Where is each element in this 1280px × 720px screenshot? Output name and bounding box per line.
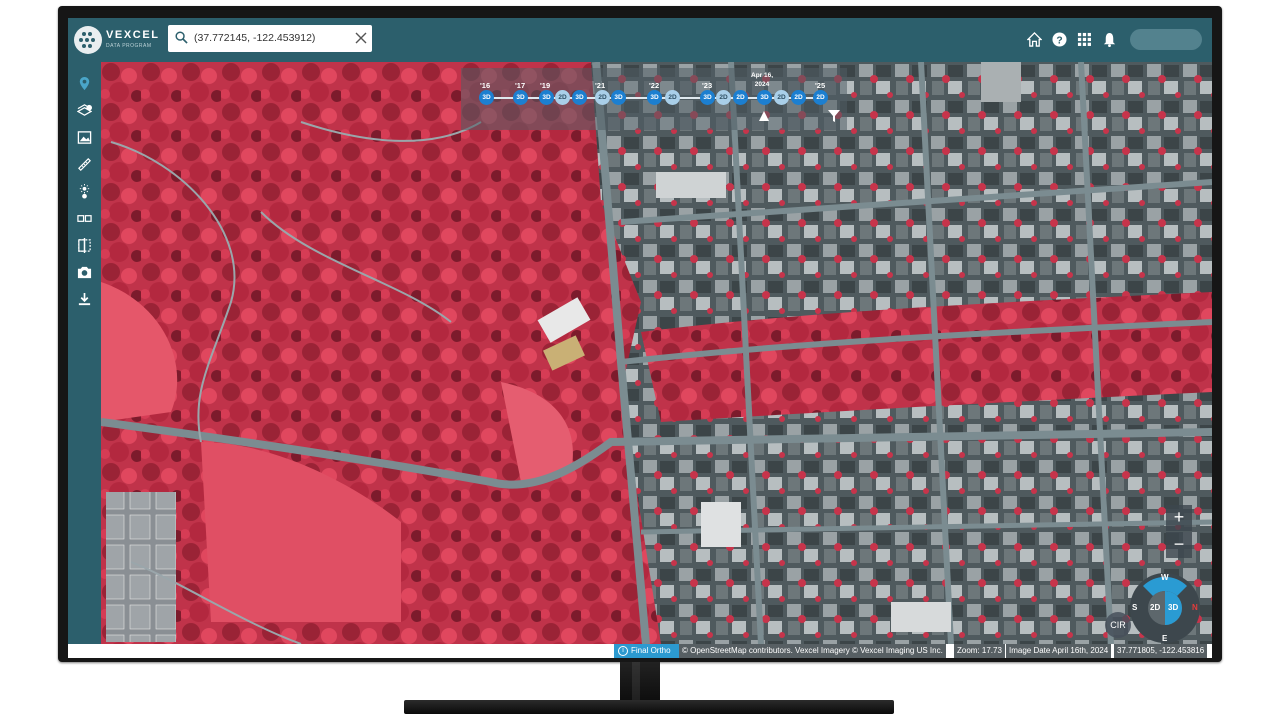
search-input[interactable]: (37.772145, -122.453912) [194,32,315,44]
brand-name: VEXCEL [106,29,160,41]
timeline-year: '19 [540,81,551,90]
timeline-year: '16 [480,81,491,90]
timeline-node[interactable]: 2D [595,90,610,105]
timeline-year: '25 [815,81,826,90]
brightness-icon[interactable] [77,184,92,199]
download-icon[interactable] [77,292,92,307]
layer-name: Final Ortho [631,646,671,655]
filter-icon[interactable] [828,110,840,122]
brand-subtitle: DATA PROGRAM [106,43,152,49]
map-view[interactable]: '16 '17 '19 '21 '22 '23 '25 Apr 16, 2024… [101,62,1212,644]
ruler-icon[interactable] [77,157,92,172]
close-icon[interactable] [354,31,368,45]
timeline-node[interactable]: 2D [733,90,748,105]
timeline-selected-date: Apr 16, 2024 [751,71,773,89]
final-ortho-badge[interactable]: i Final Ortho [614,644,679,658]
timeline-node[interactable]: 2D [774,90,789,105]
timeline-node[interactable]: 3D [647,90,662,105]
timeline-selected-date-year: 2024 [754,81,770,88]
compass-east-label: N [1192,603,1198,612]
home-icon[interactable] [1027,32,1042,47]
timeline-node[interactable]: 2D [716,90,731,105]
compass-west-label: S [1132,603,1138,612]
attribution-text: © OpenStreetMap contributors. Vexcel Ima… [679,644,946,658]
user-account-button[interactable] [1130,29,1202,50]
tool-sidebar [68,62,101,658]
timeline-node[interactable]: 2D [813,90,828,105]
compass-north-label: W [1161,573,1169,582]
status-bar: i Final Ortho © OpenStreetMap contributo… [68,644,1212,658]
timeline-year: '17 [515,81,526,90]
image-date: Image Date April 16th, 2024 [1006,644,1112,658]
timeline-year: '23 [702,81,713,90]
layers-add-icon[interactable] [77,103,92,118]
location-pin-icon[interactable] [77,76,92,91]
zoom-level: Zoom: 17.73 [954,644,1005,658]
vexcel-logo [74,26,102,54]
compare-icon[interactable] [77,211,92,226]
cir-toggle-button[interactable]: CIR [1105,612,1131,638]
timeline-node[interactable]: 3D [700,90,715,105]
mode-3d-toggle[interactable]: 3D [1168,603,1178,612]
cursor-coordinates: 37.771805, -122.453816 [1114,644,1208,658]
image-icon[interactable] [77,130,92,145]
tv-stand-base [404,700,894,714]
info-icon: i [618,646,628,656]
app-screen: '16 '17 '19 '21 '22 '23 '25 Apr 16, 2024… [68,18,1212,658]
compass-south-label: E [1162,634,1168,643]
compass-control[interactable]: W N E S 2D 3D [1129,572,1201,644]
zoom-out-button[interactable]: − [1166,532,1192,558]
timeline-year: '21 [595,81,606,90]
timeline-node[interactable]: 3D [539,90,554,105]
stage: '16 '17 '19 '21 '22 '23 '25 Apr 16, 2024… [0,0,1280,720]
top-bar: VEXCEL DATA PROGRAM (37.772145, -122.453… [68,18,1212,62]
timeline-node[interactable]: 3D [513,90,528,105]
camera-icon[interactable] [77,265,92,280]
timeline-node[interactable]: 3D [611,90,626,105]
zoom-in-button[interactable]: + [1166,505,1192,531]
split-view-icon[interactable] [77,238,92,253]
timeline-selected-date-month: Apr 16, [751,72,774,79]
timeline-node[interactable]: 3D [479,90,494,105]
search-box[interactable]: (37.772145, -122.453912) [168,25,372,52]
imagery-timeline[interactable]: '16 '17 '19 '21 '22 '23 '25 Apr 16, 2024… [461,68,847,130]
timeline-node[interactable]: 2D [665,90,680,105]
timeline-node[interactable]: 3D [572,90,587,105]
apps-grid-icon[interactable] [1077,32,1092,47]
tv-stand-neck [620,662,660,702]
timeline-node[interactable]: 2D [791,90,806,105]
search-icon[interactable] [175,31,188,44]
mode-2d-toggle[interactable]: 2D [1150,603,1160,612]
help-icon[interactable]: ? [1052,32,1067,47]
timeline-year: '22 [649,81,660,90]
selected-marker-icon [759,111,769,121]
timeline-node-selected[interactable]: 3D [757,90,772,105]
svg-text:?: ? [1056,35,1062,46]
bell-icon[interactable] [1102,32,1117,47]
timeline-node[interactable]: 2D [555,90,570,105]
aerial-cir-imagery[interactable] [101,62,1212,644]
